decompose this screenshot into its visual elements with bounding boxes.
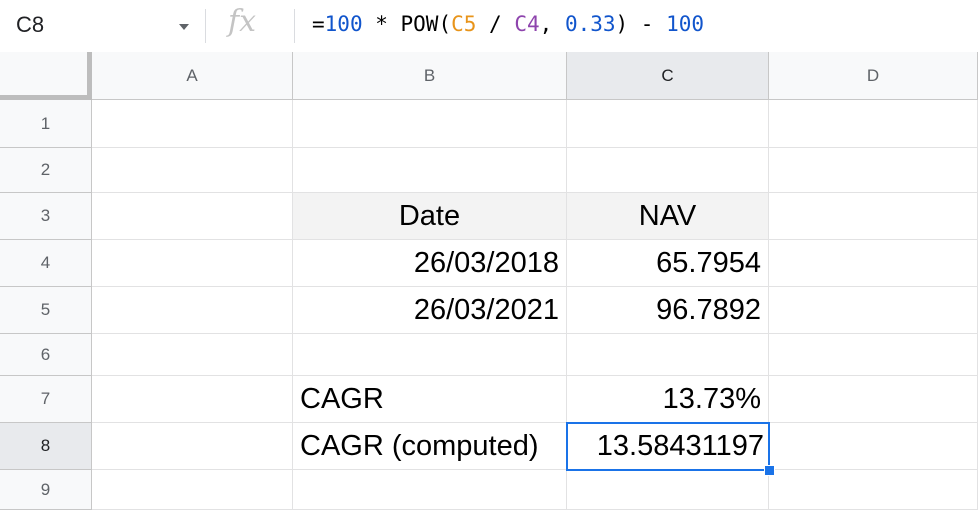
row-header-5[interactable]: 5 (0, 287, 92, 334)
cell-a7[interactable] (92, 376, 293, 423)
row-header-3[interactable]: 3 (0, 193, 92, 240)
cell-b8[interactable]: CAGR (computed) (293, 423, 567, 470)
row-header-8[interactable]: 8 (0, 423, 92, 470)
formula-token: / (476, 12, 515, 36)
cell-b6[interactable] (293, 334, 567, 376)
cell-b9[interactable] (293, 470, 567, 510)
cell-c1[interactable] (567, 100, 769, 148)
cell-value: 13.58431197 (596, 429, 764, 462)
row-header-4[interactable]: 4 (0, 240, 92, 287)
row-header-6[interactable]: 6 (0, 334, 92, 376)
divider (294, 9, 295, 43)
cell-c8[interactable]: 13.58431197 (567, 423, 769, 470)
cell-b1[interactable] (293, 100, 567, 148)
name-box[interactable]: C8 (0, 0, 205, 52)
formula-token: ) - (615, 12, 667, 36)
formula-token: = (312, 12, 325, 36)
cell-value: 26/03/2018 (413, 246, 559, 279)
cell-c3[interactable]: NAV (567, 193, 769, 240)
row-header-1[interactable]: 1 (0, 100, 92, 148)
name-box-value: C8 (16, 12, 45, 37)
formula-token: 100 (666, 12, 705, 36)
cell-d4[interactable] (769, 240, 978, 287)
cell-b5[interactable]: 26/03/2021 (293, 287, 567, 334)
cell-d3[interactable] (769, 193, 978, 240)
row-header-2[interactable]: 2 (0, 148, 92, 193)
cell-c7[interactable]: 13.73% (567, 376, 769, 423)
formula-bar: C8 fx =100 * POW(C5 / C4, 0.33) - 100 (0, 0, 978, 53)
column-header-b[interactable]: B (293, 52, 567, 100)
formula-token: * POW( (362, 12, 452, 36)
row-header-7[interactable]: 7 (0, 376, 92, 423)
cell-d9[interactable] (769, 470, 978, 510)
cell-value: NAV (638, 199, 697, 232)
cell-a5[interactable] (92, 287, 293, 334)
cell-c9[interactable] (567, 470, 769, 510)
fx-icon: fx (228, 4, 257, 39)
cell-a9[interactable] (92, 470, 293, 510)
formula-token: , (539, 12, 565, 36)
cell-a1[interactable] (92, 100, 293, 148)
cell-b3[interactable]: Date (293, 193, 567, 240)
cell-value: 96.7892 (656, 293, 761, 326)
column-header-a[interactable]: A (92, 52, 293, 100)
cell-a8[interactable] (92, 423, 293, 470)
cell-d2[interactable] (769, 148, 978, 193)
cell-value: 26/03/2021 (413, 293, 559, 326)
cell-value: CAGR (computed) (300, 429, 539, 462)
divider (205, 9, 206, 43)
column-header-d[interactable]: D (769, 52, 978, 100)
formula-input[interactable]: =100 * POW(C5 / C4, 0.33) - 100 (312, 12, 704, 36)
cell-b7[interactable]: CAGR (293, 376, 567, 423)
cell-c2[interactable] (567, 148, 769, 193)
cell-b2[interactable] (293, 148, 567, 193)
cell-d8[interactable] (769, 423, 978, 470)
cell-c4[interactable]: 65.7954 (567, 240, 769, 287)
select-all-corner[interactable] (0, 52, 92, 100)
fill-handle[interactable] (764, 465, 775, 476)
chevron-down-icon[interactable] (179, 24, 189, 30)
cell-d1[interactable] (769, 100, 978, 148)
formula-token: C5 (451, 12, 477, 36)
cell-value: 65.7954 (656, 246, 761, 279)
formula-token: 100 (324, 12, 363, 36)
formula-token: C4 (514, 12, 540, 36)
column-header-c[interactable]: C (567, 52, 769, 100)
cell-c6[interactable] (567, 334, 769, 376)
cell-d5[interactable] (769, 287, 978, 334)
cell-value: 13.73% (662, 382, 761, 415)
cell-c5[interactable]: 96.7892 (567, 287, 769, 334)
cell-d7[interactable] (769, 376, 978, 423)
cell-b4[interactable]: 26/03/2018 (293, 240, 567, 287)
cell-a3[interactable] (92, 193, 293, 240)
cell-value: CAGR (300, 382, 384, 415)
cell-a4[interactable] (92, 240, 293, 287)
cell-d6[interactable] (769, 334, 978, 376)
row-header-9[interactable]: 9 (0, 470, 92, 510)
formula-token: 0.33 (564, 12, 616, 36)
cell-a2[interactable] (92, 148, 293, 193)
cell-a6[interactable] (92, 334, 293, 376)
cell-value: Date (398, 199, 461, 232)
